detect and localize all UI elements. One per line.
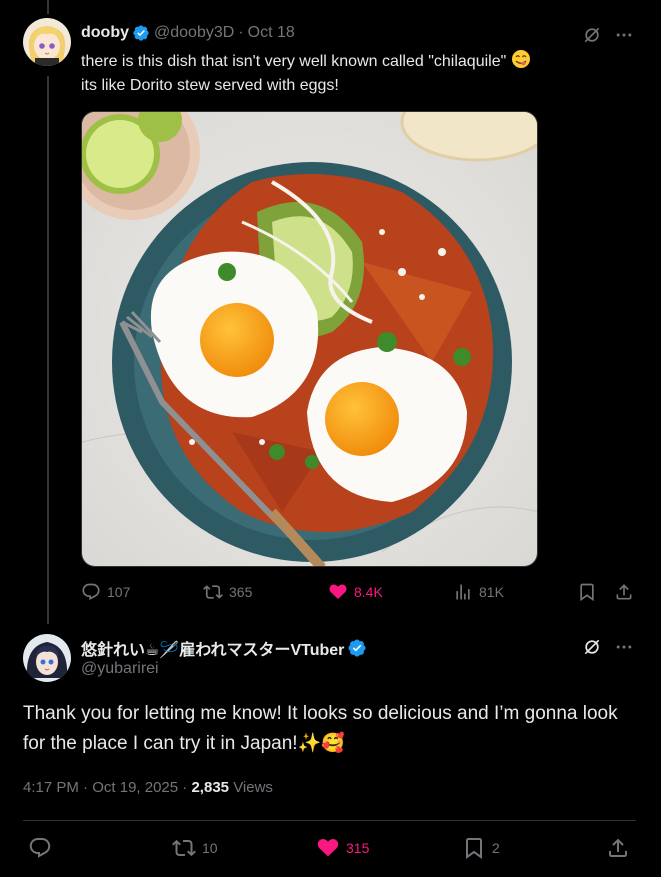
tweet2-views-label: Views: [233, 779, 273, 796]
heart-icon: [329, 584, 347, 599]
divider: [23, 820, 636, 821]
meta-dot: ·: [83, 779, 89, 796]
reply-button[interactable]: 107: [81, 582, 130, 602]
tweet2-handle[interactable]: @yubarirei: [81, 660, 159, 678]
like-count: 315: [346, 840, 370, 856]
share-icon: [609, 838, 627, 857]
tweet2-views-count[interactable]: 2,835: [191, 779, 229, 796]
bookmark-count: 2: [492, 840, 500, 856]
tweet1-action-bar: 107 365 8.4K 81K: [81, 582, 641, 608]
tweet1-text-line2: its like Dorito stew served with eggs!: [81, 77, 339, 94]
repost-button[interactable]: 365: [203, 582, 252, 602]
tweet1-date[interactable]: Oct 18: [248, 24, 295, 42]
repost-button[interactable]: 10: [172, 836, 218, 860]
tweet2-author-name[interactable]: 悠針れい☕🪡雇われマスターVTuber: [81, 636, 344, 660]
tweet1-author-name[interactable]: dooby: [81, 24, 129, 42]
more-icon[interactable]: [614, 25, 634, 45]
repost-count: 365: [229, 584, 253, 600]
tweet2-text: Thank you for letting me know! It looks …: [23, 703, 618, 754]
bookmark-icon: [466, 838, 482, 859]
tweet1-handle[interactable]: @dooby3D: [154, 24, 234, 42]
share-icon: [616, 584, 632, 600]
reply-icon: [82, 583, 100, 601]
reply-count: 107: [107, 584, 131, 600]
repost-icon: [203, 585, 223, 599]
bookmark-icon: [580, 583, 594, 602]
views-icon: [456, 584, 470, 600]
tweet1-text-line1: there is this dish that isn't very well …: [81, 53, 507, 70]
heart-icon: [317, 838, 339, 857]
meta-dot: ·: [182, 779, 188, 796]
share-button[interactable]: [614, 582, 640, 602]
dooby-avatar[interactable]: [23, 18, 71, 66]
grok-icon[interactable]: [582, 25, 602, 45]
share-button[interactable]: [606, 836, 636, 860]
chilaquiles-photo[interactable]: [81, 111, 538, 567]
like-count: 8.4K: [354, 584, 383, 600]
bookmark-button[interactable]: [577, 582, 603, 602]
tweet2-action-bar: 10 315 2: [23, 836, 636, 864]
repost-count: 10: [202, 840, 218, 856]
tweet2-meta: 4:17 PM · Oct 19, 2025 · 2,835 Views: [23, 779, 273, 796]
views-count: 81K: [479, 584, 504, 600]
repost-icon: [172, 839, 196, 857]
reply-button[interactable]: [28, 836, 58, 860]
tweet1-text: there is this dish that isn't very well …: [81, 49, 641, 98]
tweet2-time[interactable]: 4:17 PM: [23, 779, 79, 796]
views-button[interactable]: 81K: [453, 582, 504, 602]
verified-badge-icon[interactable]: [347, 638, 367, 658]
verified-badge-icon[interactable]: [132, 24, 150, 42]
tweet1-header: dooby @dooby3D · Oct 18: [81, 24, 295, 42]
tweet2-author-name-row: 悠針れい☕🪡雇われマスターVTuber: [81, 636, 371, 660]
yubarirei-avatar[interactable]: [23, 634, 71, 682]
bookmark-button[interactable]: 2: [462, 836, 500, 860]
grok-icon[interactable]: [582, 637, 602, 657]
reply-icon: [29, 838, 51, 858]
tweet1-separator: ·: [238, 24, 244, 41]
yum-face-emoji-icon: [511, 50, 530, 68]
tweet2-date[interactable]: Oct 19, 2025: [92, 779, 178, 796]
thread-connector-top: [47, 0, 49, 14]
more-icon[interactable]: [614, 637, 634, 657]
like-button[interactable]: 8.4K: [328, 582, 383, 602]
thread-connector: [47, 76, 49, 624]
like-button[interactable]: 315: [316, 836, 369, 860]
